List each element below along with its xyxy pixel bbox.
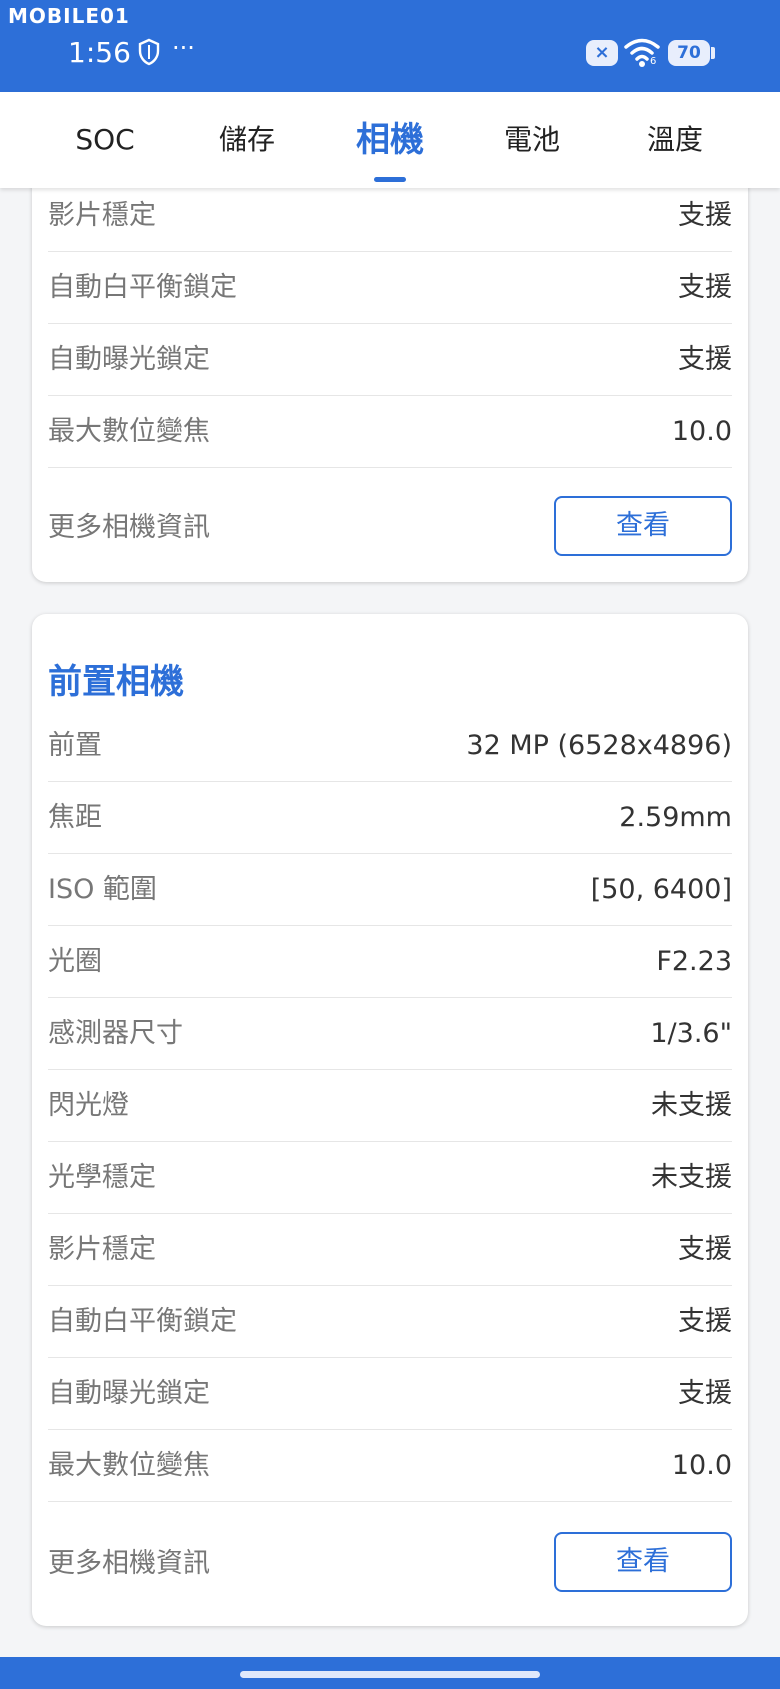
row-value: 2.59mm — [619, 802, 732, 833]
row-label: 自動白平衡鎖定 — [48, 272, 237, 303]
row-label: 閃光燈 — [48, 1090, 129, 1121]
tab-camera[interactable]: 相機 — [319, 92, 461, 188]
info-row: 光學穩定 未支援 — [48, 1142, 732, 1214]
row-label: 自動曝光鎖定 — [48, 344, 210, 375]
row-value: [50, 6400] — [590, 874, 732, 905]
row-label: 焦距 — [48, 802, 102, 833]
more-camera-info-label: 更多相機資訊 — [48, 1548, 210, 1579]
tab-battery[interactable]: 電池 — [461, 92, 603, 188]
info-row: 自動白平衡鎖定 支援 — [48, 1286, 732, 1358]
row-label: 影片穩定 — [48, 200, 156, 231]
info-row: 影片穩定 支援 — [48, 180, 732, 252]
battery-icon: 70 — [668, 40, 710, 66]
row-value: 支援 — [678, 200, 732, 231]
row-label: 光學穩定 — [48, 1162, 156, 1193]
close-badge-icon: × — [586, 40, 618, 66]
info-row: 自動曝光鎖定 支援 — [48, 1358, 732, 1430]
row-value: 支援 — [678, 1378, 732, 1409]
row-label: 光圈 — [48, 946, 102, 977]
tab-temperature[interactable]: 溫度 — [604, 92, 746, 188]
status-bar: MOBILE01 1:56 ··· × 6 70 — [0, 0, 780, 92]
view-more-button[interactable]: 查看 — [554, 496, 732, 556]
tab-storage[interactable]: 儲存 — [176, 92, 318, 188]
row-label: ISO 範圍 — [48, 874, 157, 905]
shield-icon — [138, 38, 160, 66]
row-value: 支援 — [678, 272, 732, 303]
row-label: 自動白平衡鎖定 — [48, 1306, 237, 1337]
front-camera-card: 前置相機 前置 32 MP (6528x4896) 焦距 2.59mm ISO … — [32, 614, 748, 1626]
info-row: 閃光燈 未支援 — [48, 1070, 732, 1142]
info-row: 焦距 2.59mm — [48, 782, 732, 854]
row-label: 最大數位變焦 — [48, 1450, 210, 1481]
watermark-logo: MOBILE01 — [8, 4, 130, 28]
row-value: 10.0 — [671, 1450, 732, 1481]
info-row: 光圈 F2.23 — [48, 926, 732, 998]
more-camera-info-label: 更多相機資訊 — [48, 512, 210, 543]
clock: 1:56 — [68, 36, 131, 69]
row-value: 未支援 — [651, 1162, 732, 1193]
tab-bar: SOC 儲存 相機 電池 溫度 — [0, 92, 780, 188]
home-gesture-handle[interactable] — [240, 1671, 540, 1678]
more-notifications-icon: ··· — [172, 34, 195, 62]
row-label: 自動曝光鎖定 — [48, 1378, 210, 1409]
row-value: 支援 — [678, 1234, 732, 1265]
row-value: F2.23 — [656, 946, 732, 977]
row-label: 影片穩定 — [48, 1234, 156, 1265]
info-row: 影片穩定 支援 — [48, 1214, 732, 1286]
tab-active-indicator — [374, 177, 406, 182]
row-label: 前置 — [48, 730, 102, 761]
row-label: 最大數位變焦 — [48, 416, 210, 447]
row-value: 支援 — [678, 344, 732, 375]
view-more-button[interactable]: 查看 — [554, 1532, 732, 1592]
card-title: 前置相機 — [48, 662, 184, 702]
row-value: 未支援 — [651, 1090, 732, 1121]
info-row: 自動曝光鎖定 支援 — [48, 324, 732, 396]
rear-camera-card: 影片穩定 支援 自動白平衡鎖定 支援 自動曝光鎖定 支援 最大數位變焦 10.0… — [32, 150, 748, 582]
info-row: ISO 範圍 [50, 6400] — [48, 854, 732, 926]
row-value: 支援 — [678, 1306, 732, 1337]
wifi-generation-label: 6 — [650, 56, 657, 67]
navigation-bar — [0, 1657, 780, 1689]
battery-tip — [711, 47, 715, 59]
info-row: 前置 32 MP (6528x4896) — [48, 710, 732, 782]
info-row: 最大數位變焦 10.0 — [48, 1430, 732, 1502]
tab-soc[interactable]: SOC — [34, 92, 176, 188]
row-value: 32 MP (6528x4896) — [466, 730, 732, 761]
info-row: 感測器尺寸 1/3.6" — [48, 998, 732, 1070]
info-row: 最大數位變焦 10.0 — [48, 396, 732, 468]
more-camera-info-row: 更多相機資訊 查看 — [48, 1528, 732, 1600]
row-value: 1/3.6" — [650, 1018, 732, 1049]
info-row: 自動白平衡鎖定 支援 — [48, 252, 732, 324]
row-value: 10.0 — [671, 416, 732, 447]
more-camera-info-row: 更多相機資訊 查看 — [48, 492, 732, 564]
row-label: 感測器尺寸 — [48, 1018, 183, 1049]
